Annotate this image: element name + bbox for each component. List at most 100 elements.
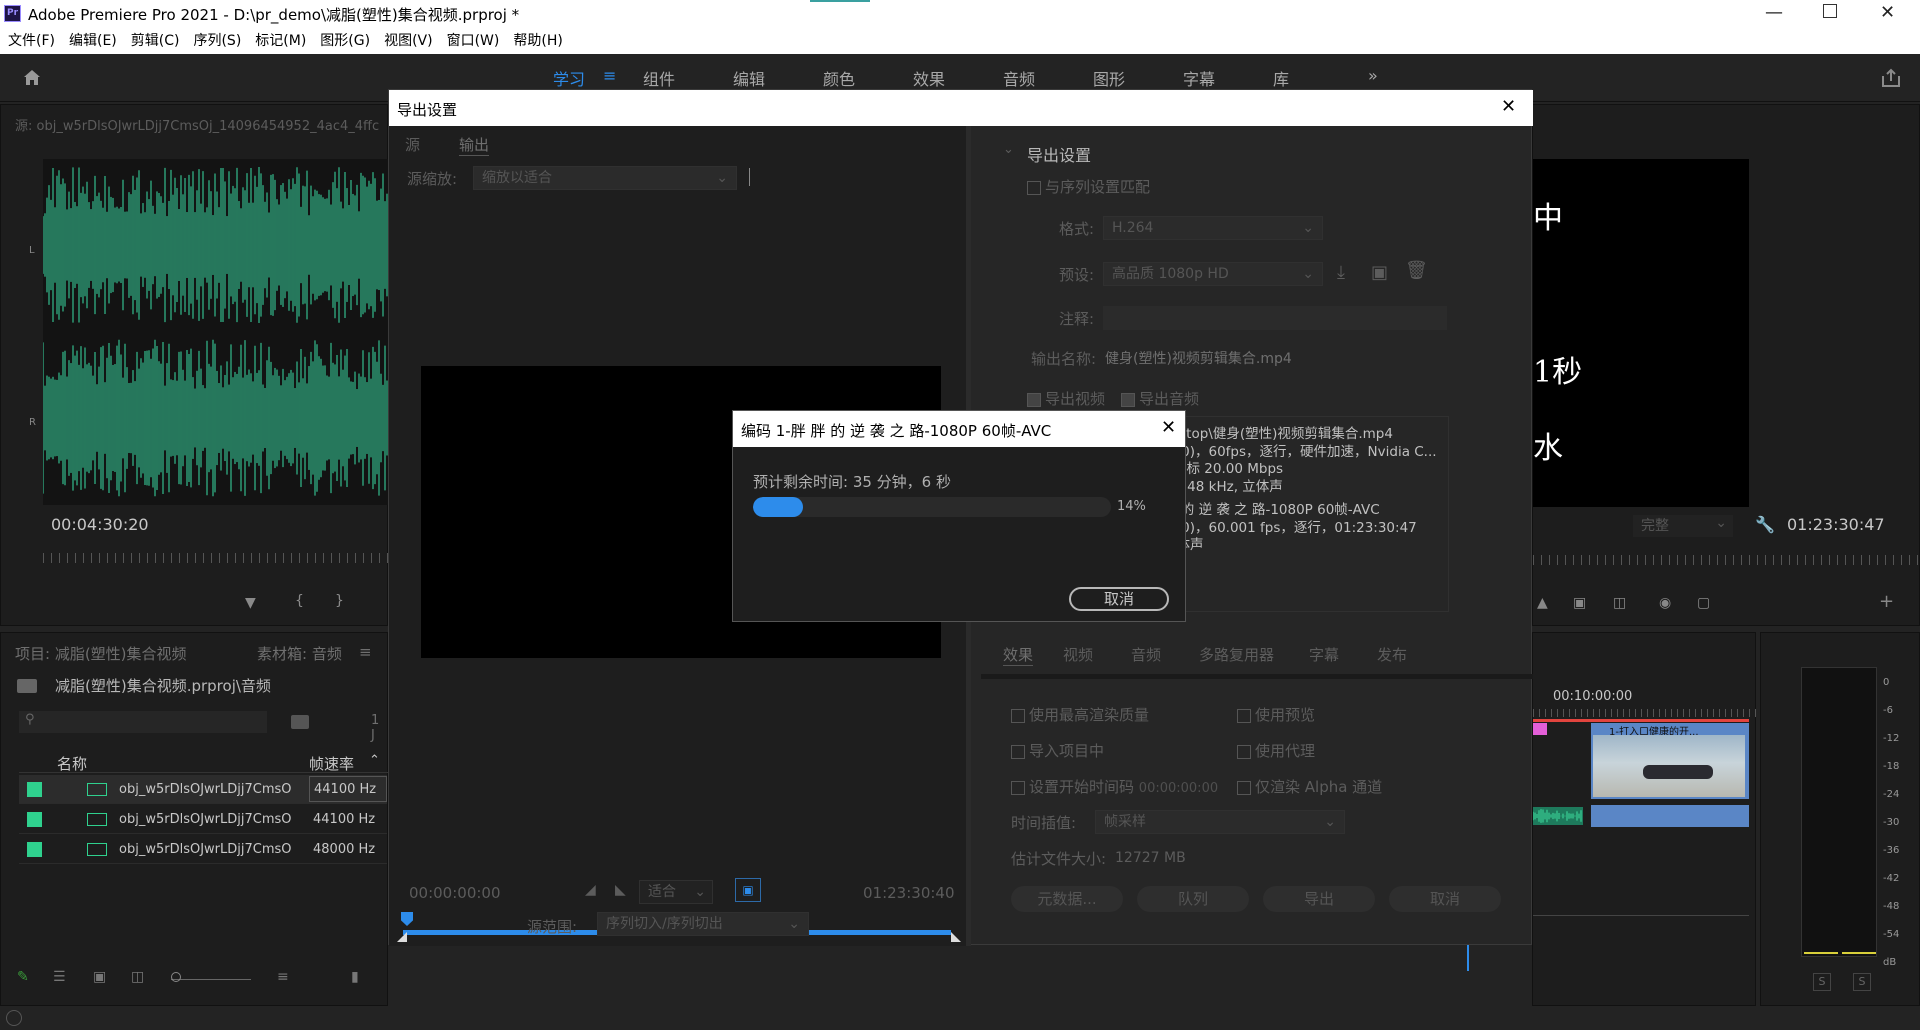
new-bin-icon[interactable] [291, 715, 309, 729]
source-scaling-dropdown[interactable]: 缩放以适合 ⌄ [473, 166, 737, 190]
cancel-button[interactable]: 取消 [1389, 886, 1501, 912]
chevron-down-icon[interactable]: ⌄ [1003, 142, 1014, 157]
progress-cancel-button[interactable]: 取消 [1069, 587, 1169, 611]
wrench-icon[interactable]: 🔧 [1755, 515, 1775, 534]
share-icon[interactable] [1880, 68, 1902, 92]
workspace-graphics[interactable]: 图形 [1093, 66, 1125, 90]
tab-output[interactable]: 输出 [459, 134, 490, 156]
range-out-handle-icon[interactable] [951, 932, 961, 942]
table-row[interactable]: obj_w5rDlsOJwrLDjj7CmsO 44100 Hz [19, 775, 387, 804]
menu-clip[interactable]: 剪辑(C) [131, 33, 180, 49]
column-name[interactable]: 名称 [57, 753, 87, 774]
import-into-project-checkbox[interactable]: 导入项目中 [1011, 740, 1104, 761]
start-timecode-value[interactable]: 00:00:00:00 [1139, 781, 1218, 796]
workspace-assembly[interactable]: 组件 [643, 66, 675, 90]
range-in-handle-icon[interactable] [397, 932, 407, 942]
label-color-swatch[interactable] [27, 842, 42, 857]
zoom-handle-icon[interactable] [171, 972, 181, 982]
zoom-slider[interactable] [171, 979, 251, 980]
menu-file[interactable]: 文件(F) [8, 33, 55, 49]
menu-graphics[interactable]: 图形(G) [320, 33, 370, 49]
workspace-captions[interactable]: 字幕 [1183, 66, 1215, 90]
home-icon[interactable] [22, 68, 42, 86]
export-settings-section-title[interactable]: 导出设置 [1027, 142, 1091, 166]
restore-icon[interactable] [1823, 4, 1837, 18]
pencil-icon[interactable]: ✎ [17, 969, 29, 985]
tab-multiplexer[interactable]: 多路复用器 [1199, 644, 1274, 665]
program-timecode[interactable]: 01:23:30:47 [1787, 515, 1885, 534]
tab-audio[interactable]: 音频 [1131, 644, 1161, 665]
sort-ascending-icon[interactable]: ⌃ [369, 753, 380, 768]
preview-start-timecode[interactable]: 00:00:00:00 [409, 884, 501, 902]
source-timecode[interactable]: 00:04:30:20 [51, 515, 149, 534]
tab-video[interactable]: 视频 [1063, 644, 1093, 665]
freeform-view-icon[interactable]: ◫ [131, 969, 144, 985]
label-color-swatch[interactable] [27, 812, 42, 827]
marker-icon[interactable]: ▼ [245, 595, 256, 611]
export-video-checkbox[interactable]: 导出视频 [1027, 388, 1105, 409]
overlay-icon[interactable]: ▢ [1697, 595, 1710, 611]
column-frame-rate[interactable]: 帧速率 [309, 753, 354, 774]
delete-preset-icon[interactable]: 🗑 [1405, 260, 1428, 281]
export-button[interactable]: 导出 [1263, 886, 1375, 912]
icon-view-icon[interactable]: ▣ [93, 969, 106, 985]
close-icon[interactable]: ✕ [1161, 417, 1176, 438]
max-render-quality-checkbox[interactable]: 使用最高渲染质量 [1011, 704, 1149, 725]
tab-publish[interactable]: 发布 [1377, 644, 1407, 665]
cc-icon[interactable] [6, 1010, 22, 1026]
menu-sequence[interactable]: 序列(S) [193, 33, 241, 49]
timeline-ruler[interactable] [1533, 709, 1757, 717]
time-interpolation-dropdown[interactable]: 帧采样 ⌄ [1095, 810, 1345, 834]
menu-view[interactable]: 视图(V) [384, 33, 433, 49]
render-alpha-checkbox[interactable]: 仅渲染 Alpha 通道 [1237, 776, 1382, 797]
import-preset-icon[interactable]: ▣ [1371, 262, 1388, 283]
fit-dropdown[interactable]: 适合 ⌄ [639, 880, 713, 904]
extract-icon[interactable]: ▣ [1573, 595, 1586, 611]
match-sequence-checkbox[interactable]: 与序列设置匹配 [1027, 176, 1150, 197]
workspace-color[interactable]: 颜色 [823, 66, 855, 90]
queue-button[interactable]: 队列 [1137, 886, 1249, 912]
set-start-timecode-checkbox[interactable]: 设置开始时间码 00:00:00:00 [1011, 776, 1218, 797]
solo-left-button[interactable]: S [1813, 973, 1831, 991]
export-audio-checkbox[interactable]: 导出音频 [1121, 388, 1199, 409]
workspace-learn[interactable]: 学习 [553, 66, 585, 90]
workspace-editing[interactable]: 编辑 [733, 66, 765, 90]
menu-marker[interactable]: 标记(M) [255, 33, 306, 49]
work-area-bar[interactable] [1533, 719, 1749, 722]
program-video-frame[interactable]: 中 1秒 水 [1533, 159, 1749, 507]
format-dropdown[interactable]: H.264 ⌄ [1103, 216, 1323, 240]
minimize-icon[interactable]: — [1765, 2, 1783, 23]
automate-icon[interactable]: ▮ [351, 969, 359, 985]
program-ruler[interactable] [1533, 555, 1920, 565]
tab-captions[interactable]: 字幕 [1309, 644, 1339, 665]
audio-waveform[interactable] [42, 159, 389, 505]
workspace-menu-icon[interactable]: ≡ [603, 66, 616, 85]
menu-help[interactable]: 帮助(H) [513, 33, 562, 49]
camera-icon[interactable]: ◉ [1659, 595, 1671, 611]
tab-bin-audio[interactable]: 素材箱: 音频 [257, 643, 342, 664]
sort-icon[interactable]: ≡ [277, 969, 289, 985]
metadata-button[interactable]: 元数据... [1011, 886, 1123, 912]
list-view-icon[interactable]: ☰ [53, 969, 66, 985]
compare-icon[interactable]: ◫ [1613, 595, 1626, 611]
table-row[interactable]: obj_w5rDlsOJwrLDjj7CmsO 48000 Hz [19, 835, 387, 864]
set-out-icon[interactable]: ◣ [615, 882, 626, 898]
magenta-clip[interactable] [1533, 723, 1547, 735]
panel-menu-icon[interactable]: ≡ [359, 643, 372, 661]
workspace-effects[interactable]: 效果 [913, 66, 945, 90]
add-button-icon[interactable]: + [1879, 591, 1894, 612]
table-row[interactable]: obj_w5rDlsOJwrLDjj7CmsO 44100 Hz [19, 805, 387, 834]
tab-source[interactable]: 源 [405, 134, 420, 155]
comments-input[interactable] [1103, 306, 1447, 330]
audio-clip-blue[interactable] [1591, 805, 1749, 827]
set-in-icon[interactable]: ◢ [585, 882, 596, 898]
preset-dropdown[interactable]: 高品质 1080p HD ⌄ [1103, 262, 1323, 286]
tab-project[interactable]: 项目: 减脂(塑性)集合视频 [15, 643, 187, 664]
close-window-icon[interactable]: ✕ [1880, 2, 1895, 23]
source-range-dropdown[interactable]: 序列切入/序列切出 ⌄ [597, 912, 809, 936]
close-icon[interactable]: ✕ [1501, 96, 1516, 117]
use-previews-checkbox[interactable]: 使用预览 [1237, 704, 1315, 725]
workspace-audio[interactable]: 音频 [1003, 66, 1035, 90]
audio-clip-green[interactable] [1532, 807, 1583, 825]
preview-end-timecode[interactable]: 01:23:30:40 [863, 884, 955, 902]
